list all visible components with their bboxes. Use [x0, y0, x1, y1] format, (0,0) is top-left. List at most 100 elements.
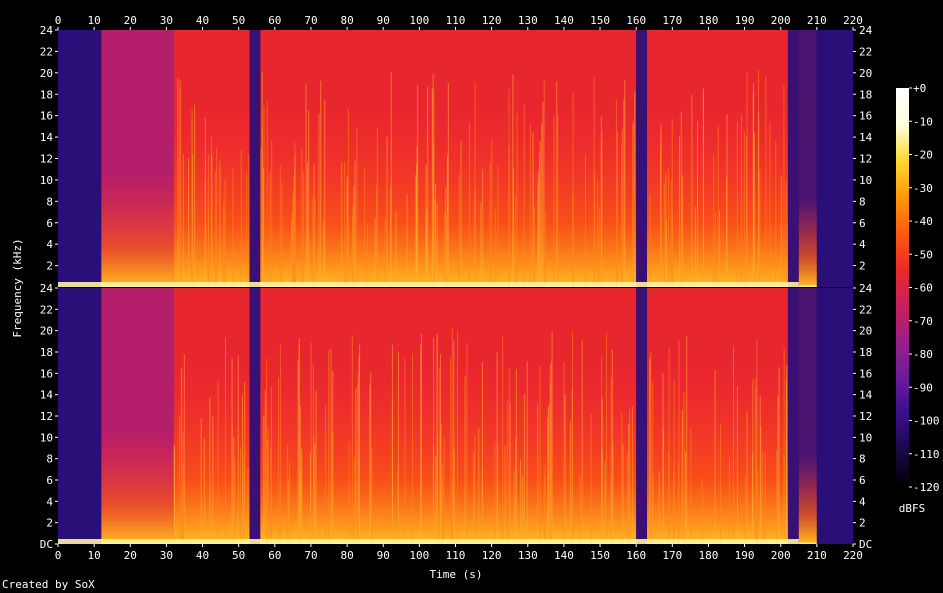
transient-streak	[370, 371, 372, 544]
transient-streak	[572, 331, 574, 544]
transient-streak	[718, 210, 720, 287]
transient-streak	[489, 163, 491, 287]
colorbar-tick-label: -50	[913, 248, 933, 261]
transient-streak	[629, 409, 631, 544]
transient-streak	[351, 335, 353, 544]
x-tick-label: 0	[55, 549, 62, 562]
transient-streak	[512, 167, 514, 287]
transient-streak	[508, 146, 510, 287]
colorbar-tick-label: -120	[913, 481, 940, 494]
transient-streak	[622, 443, 624, 544]
transient-streak	[344, 162, 346, 287]
transient-streak	[244, 382, 246, 544]
transient-streak	[312, 364, 314, 544]
y-tick-label: 4	[46, 238, 53, 251]
transient-streak	[391, 344, 393, 544]
transient-streak	[746, 411, 748, 544]
colorbar-tick-label: -100	[913, 415, 940, 428]
transient-streak	[279, 165, 281, 287]
colorbar-tick-label: -70	[913, 315, 933, 328]
transient-streak	[502, 335, 504, 544]
transient-streak	[447, 154, 449, 287]
transient-streak	[769, 121, 771, 288]
transient-streak	[371, 448, 373, 544]
x-tick-label: 160	[626, 549, 646, 562]
transient-streak	[717, 125, 719, 287]
y-tick-label: 4	[859, 495, 866, 508]
y-tick-label: 2	[859, 517, 866, 530]
x-tick-label: 20	[124, 549, 137, 562]
transient-streak	[673, 471, 675, 544]
transient-streak	[178, 415, 180, 544]
transient-streak	[600, 116, 602, 287]
transient-streak	[482, 169, 484, 287]
transient-streak	[678, 339, 680, 544]
transient-streak	[330, 348, 332, 544]
transient-streak	[515, 438, 517, 544]
transient-streak	[579, 475, 581, 544]
x-tick-label: 90	[377, 549, 390, 562]
transient-streak	[460, 141, 462, 287]
x-tick-label: 130	[518, 549, 538, 562]
transient-streak	[649, 357, 651, 544]
segment-gap	[249, 30, 261, 287]
x-tick-label: 150	[590, 14, 610, 27]
transient-streak	[662, 426, 664, 544]
segment-gap	[787, 30, 799, 287]
x-tick-label: 220	[843, 549, 863, 562]
transient-streak	[786, 365, 788, 544]
transient-streak	[347, 108, 349, 287]
transient-streak	[743, 131, 745, 287]
y-tick-label: 10	[859, 431, 872, 444]
transient-streak	[785, 181, 787, 287]
transient-streak	[631, 406, 633, 544]
transient-streak	[671, 211, 673, 287]
transient-streak	[261, 71, 263, 287]
transient-streak	[395, 210, 397, 287]
transient-streak	[746, 71, 748, 288]
transient-streak	[652, 474, 654, 544]
y-tick-label: 2	[46, 517, 53, 530]
x-tick-label: 100	[409, 549, 429, 562]
transient-streak	[346, 176, 348, 287]
transient-streak	[544, 465, 546, 544]
y-tick-label: 4	[46, 495, 53, 508]
transient-streak	[306, 162, 308, 287]
transient-streak	[542, 102, 544, 287]
transient-streak	[234, 459, 236, 544]
transient-streak	[425, 211, 427, 287]
x-tick-label: 200	[771, 549, 791, 562]
x-tick-label: 70	[304, 14, 317, 27]
y-tick-label: 14	[859, 131, 873, 144]
transient-streak	[212, 416, 214, 544]
colorbar-tick-label: -40	[913, 215, 933, 228]
transient-streak	[762, 450, 764, 544]
x-tick-label: 0	[55, 14, 62, 27]
colorbar-tick-label: -60	[913, 282, 933, 295]
transient-streak	[523, 104, 525, 287]
transient-streak	[468, 122, 470, 287]
y-tick-label: 22	[859, 45, 872, 58]
y-tick-label: 2	[46, 260, 53, 273]
transient-streak	[665, 172, 667, 287]
transient-streak	[481, 362, 483, 544]
transient-streak	[513, 470, 515, 544]
x-tick-label: 110	[446, 14, 466, 27]
low-frequency-band	[58, 539, 799, 544]
transient-streak	[667, 167, 669, 287]
transient-streak	[685, 451, 687, 544]
transient-streak	[783, 84, 785, 287]
transient-streak	[281, 183, 283, 287]
transient-streak	[177, 77, 179, 287]
transient-streak	[248, 154, 250, 287]
transient-streak	[443, 437, 445, 544]
transient-streak	[752, 379, 754, 544]
segment-quiet	[58, 288, 102, 544]
spectrogram-panels	[58, 30, 853, 544]
x-tick-label: 200	[771, 14, 791, 27]
transient-streak	[668, 452, 670, 544]
transient-streak	[341, 162, 343, 287]
x-tick-label: 220	[843, 14, 863, 27]
y-axis-label: Frequency (kHz)	[11, 238, 24, 337]
transient-streak	[456, 330, 458, 544]
